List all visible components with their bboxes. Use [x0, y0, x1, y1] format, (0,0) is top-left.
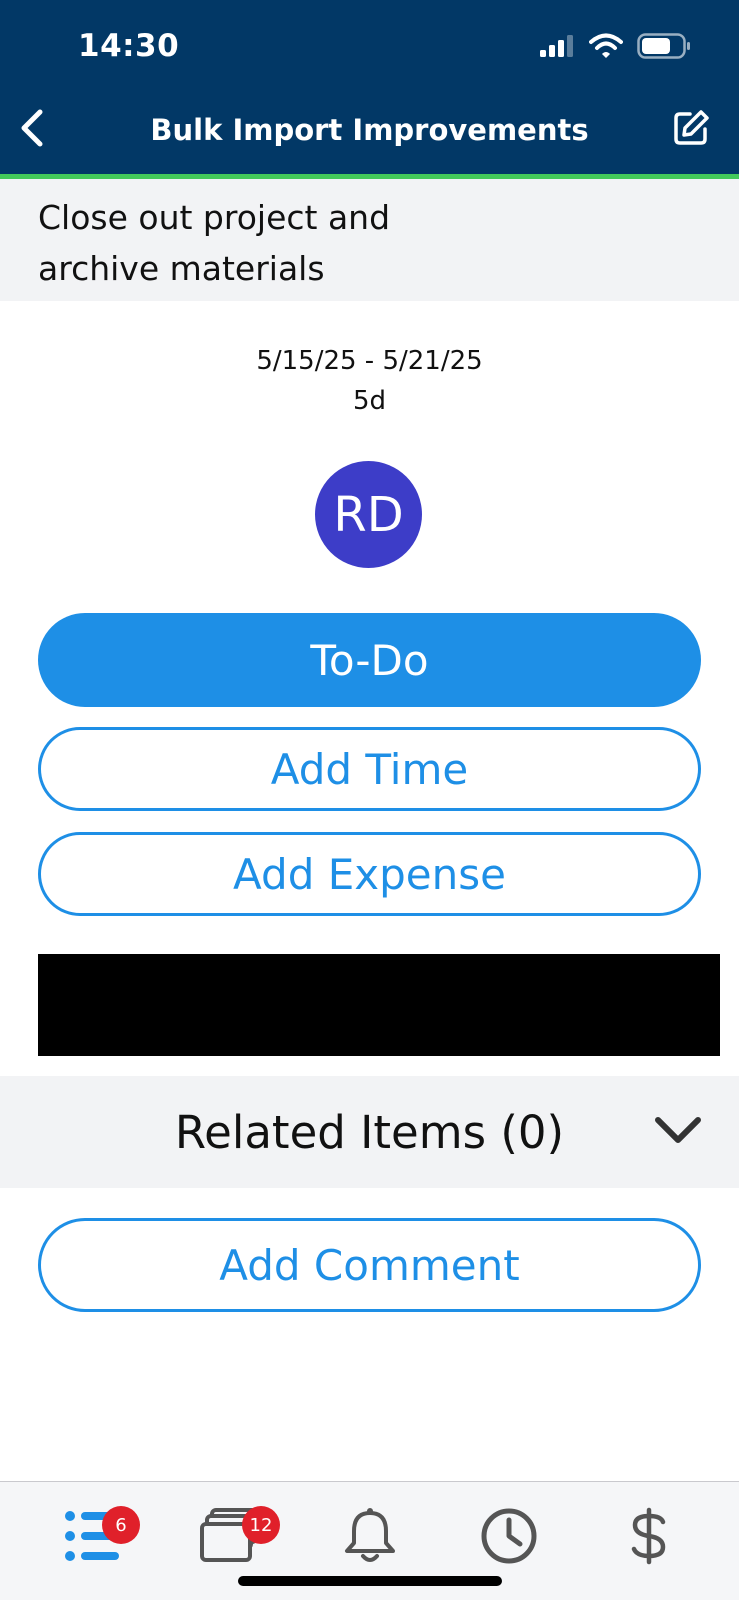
cards-badge: 12 [242, 1506, 280, 1544]
clock-icon [480, 1507, 538, 1569]
home-indicator [238, 1576, 502, 1586]
assignee-avatar[interactable]: RD [315, 461, 422, 568]
status-icons [539, 33, 691, 63]
duration: 5d [352, 386, 387, 416]
tab-notifications[interactable] [330, 1505, 410, 1571]
status-time: 14:30 [78, 28, 180, 64]
add-comment-button[interactable]: Add Comment [38, 1218, 701, 1312]
tab-time[interactable] [469, 1505, 549, 1571]
task-title: Close out project and archive materials [38, 198, 391, 288]
page-title: Bulk Import Improvements [150, 113, 589, 147]
tab-expenses[interactable] [609, 1505, 689, 1571]
status-button[interactable]: To-Do [38, 613, 701, 707]
related-items-label: Related Items (0) [174, 1105, 565, 1159]
add-time-button[interactable]: Add Time [38, 727, 701, 811]
chevron-down-icon [654, 1115, 702, 1149]
related-items-toggle[interactable] [653, 1110, 703, 1154]
wifi-icon [589, 33, 623, 63]
cellular-signal-icon [539, 34, 575, 62]
back-button[interactable] [12, 108, 52, 152]
battery-icon [637, 33, 691, 63]
bell-icon [342, 1507, 398, 1569]
redacted-block [38, 954, 720, 1056]
dollar-icon [629, 1507, 669, 1569]
add-expense-button[interactable]: Add Expense [38, 832, 701, 916]
edit-button[interactable] [671, 110, 711, 150]
chevron-left-icon [18, 108, 46, 152]
date-range: 5/15/25 - 5/21/25 [256, 346, 483, 376]
edit-icon [672, 109, 710, 151]
tasks-badge: 6 [102, 1506, 140, 1544]
